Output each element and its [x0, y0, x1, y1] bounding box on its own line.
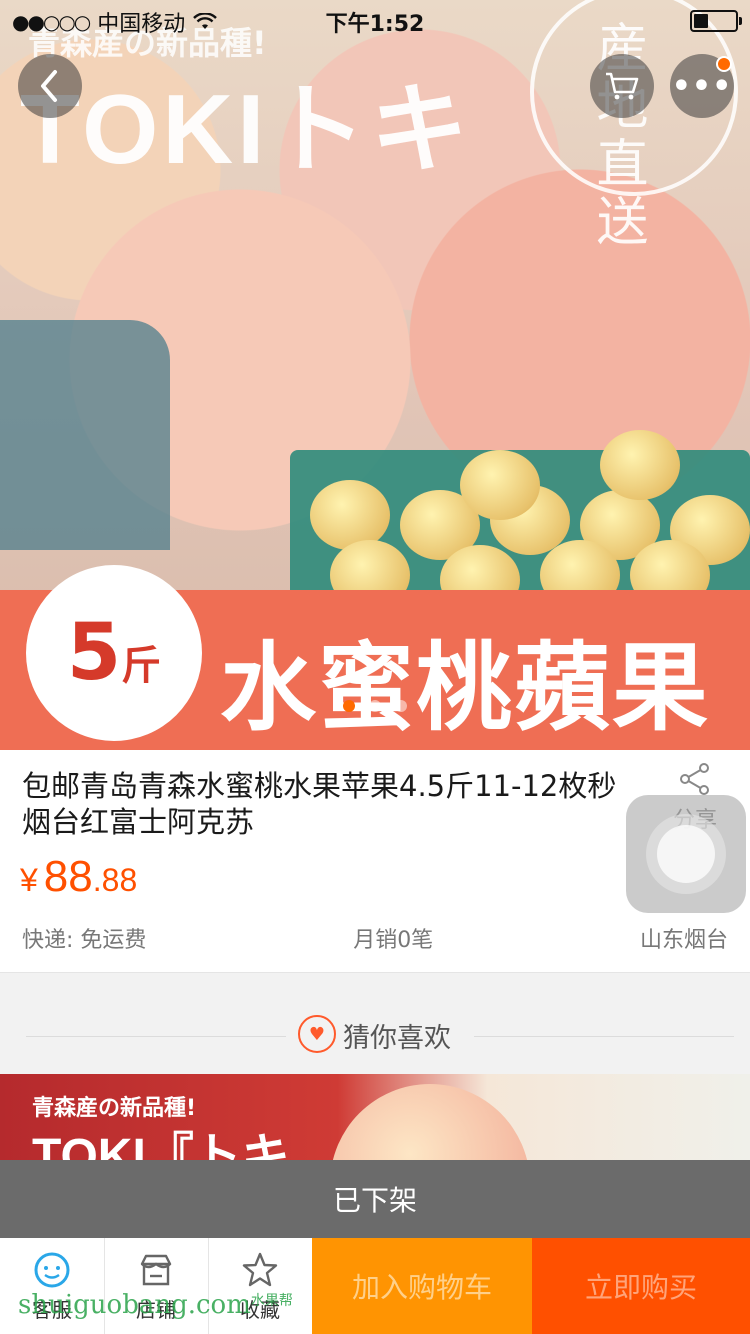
price-integer: 88	[43, 852, 93, 901]
weight-number: 5	[66, 608, 122, 698]
weight-unit: 斤	[121, 643, 162, 689]
buy-now-button[interactable]: 立即购买	[532, 1238, 750, 1334]
price-currency: ¥	[20, 862, 38, 898]
divider-line	[26, 1036, 286, 1037]
small-apple	[310, 480, 390, 550]
customer-service-icon	[34, 1252, 70, 1288]
share-icon	[680, 763, 709, 795]
more-button[interactable]: •••	[670, 54, 734, 118]
divider-line	[474, 1036, 734, 1037]
clock: 下午1:52	[325, 12, 425, 37]
watermark-text: shuiguobang.com	[18, 1290, 251, 1320]
shop-icon	[140, 1254, 172, 1286]
price-decimal: .88	[92, 862, 138, 898]
ship-location: 山东烟台	[639, 928, 728, 953]
offshelf-notice: 已下架	[0, 1160, 750, 1238]
back-button[interactable]	[18, 54, 82, 118]
notification-dot	[716, 56, 732, 72]
shipping-info: 快递: 免运费	[22, 928, 147, 953]
add-to-cart-button[interactable]: 加入购物车	[312, 1238, 532, 1334]
product-title: 包邮青岛青森水蜜桃水果苹果4.5斤11-12枚秒烟台红富士阿克苏	[22, 769, 617, 839]
carousel-indicator	[0, 700, 750, 714]
small-apple	[600, 430, 680, 500]
product-price: ¥88.88	[20, 852, 137, 902]
recommend-header: ♥ 猜你喜欢	[0, 998, 750, 1074]
watermark-small: 水果帮	[250, 1293, 293, 1309]
apple-decor	[330, 1084, 530, 1164]
more-icon: •••	[671, 68, 733, 104]
heart-icon: ♥	[298, 1015, 336, 1053]
assistive-touch-button[interactable]	[626, 795, 746, 913]
hero-title: TOKIトキ	[20, 74, 473, 184]
carousel-dot[interactable]	[395, 700, 407, 712]
weight-badge: 5斤	[26, 565, 202, 741]
cart-icon	[606, 72, 639, 100]
star-icon	[242, 1252, 278, 1287]
hero-banner-text: 水蜜桃蘋果	[220, 632, 710, 744]
watermark: shuiguobang.com水果帮	[18, 1290, 293, 1320]
recommend-label: 猜你喜欢	[343, 1023, 451, 1054]
rec-image-title: TOKI『トキ	[32, 1130, 290, 1164]
cart-button[interactable]	[590, 54, 654, 118]
monthly-sales: 月销0笔	[353, 928, 434, 953]
chevron-left-icon	[41, 70, 57, 102]
carousel-dot[interactable]	[369, 700, 381, 712]
product-meta: 快递: 免运费 月销0笔 山东烟台	[22, 922, 728, 954]
carousel-dot-active[interactable]	[343, 700, 355, 712]
recommended-product-image[interactable]: 青森産の新品種! TOKI『トキ	[0, 1074, 750, 1164]
battery-icon	[690, 10, 742, 32]
small-apple	[460, 450, 540, 520]
blue-cloth-decor	[0, 320, 170, 550]
status-bar: ●●○○○ 中国移动 下午1:52	[0, 0, 750, 40]
